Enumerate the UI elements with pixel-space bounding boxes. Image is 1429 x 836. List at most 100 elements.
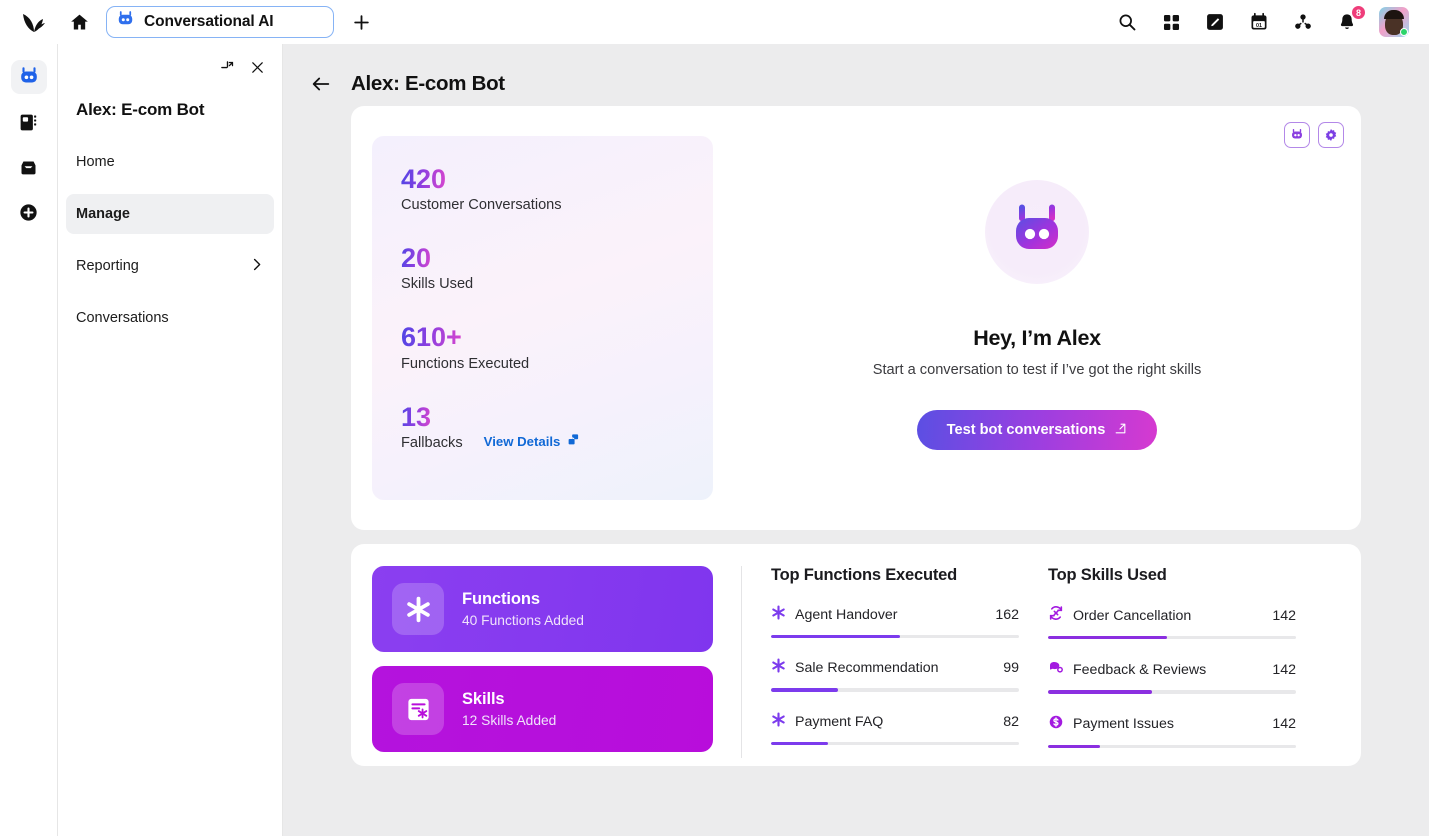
inbox-icon	[21, 161, 36, 174]
list-item[interactable]: Order Cancellation 142	[1048, 605, 1296, 640]
row-value: 162	[995, 607, 1019, 623]
page-title: Alex: E-com Bot	[351, 72, 505, 95]
tile-subtitle: 40 Functions Added	[462, 613, 584, 628]
page-header: Alex: E-com Bot	[283, 44, 1429, 106]
bell-icon[interactable]: 8	[1335, 5, 1366, 34]
tile-functions[interactable]: Functions 40 Functions Added	[372, 566, 713, 652]
view-details-link[interactable]: View Details	[484, 433, 581, 449]
row-label: Order Cancellation	[1073, 607, 1192, 624]
bot-icon	[20, 67, 37, 83]
hero-subtitle: Start a conversation to test if I’ve got…	[872, 362, 1202, 378]
progress-bar	[771, 688, 1019, 692]
tile-subtitle: 12 Skills Added	[462, 713, 557, 728]
grid-apps-icon[interactable]	[1159, 10, 1183, 34]
row-value: 82	[1003, 713, 1019, 730]
sidebar-item-label: Conversations	[76, 310, 169, 326]
top-functions-column: Top Functions Executed Agent Handover 16…	[771, 566, 1019, 766]
panel-nav: Home Manage Reporting Conversations	[58, 142, 282, 338]
book-icon	[20, 114, 37, 130]
row-value: 99	[1003, 660, 1019, 677]
hero-title: Hey, I’m Alex	[973, 326, 1101, 350]
row-value: 142	[1272, 607, 1296, 624]
sidebar-item-label: Reporting	[76, 258, 139, 274]
sidebar-item-reporting[interactable]: Reporting	[66, 246, 274, 286]
tile-text: Functions 40 Functions Added	[462, 590, 584, 628]
asterisk-icon	[771, 605, 786, 625]
feedback-bubble-icon	[1048, 659, 1064, 680]
compose-pencil-icon[interactable]	[1203, 10, 1227, 34]
close-icon[interactable]	[246, 56, 268, 78]
overview-card: 420 Customer Conversations 20 Skills Use…	[351, 106, 1361, 530]
bot-avatar-icon	[985, 180, 1089, 284]
external-link-icon	[567, 433, 580, 449]
chevron-right-icon	[249, 257, 264, 276]
bot-icon	[1292, 129, 1302, 139]
list-item[interactable]: Sale Recommendation 99	[771, 658, 1019, 692]
sidebar-item-label: Home	[76, 154, 115, 170]
collapse-icon[interactable]	[216, 56, 238, 78]
rail-item-inbox[interactable]	[11, 150, 47, 184]
details-card: Functions 40 Functions Added Skills 12 S…	[351, 544, 1361, 766]
sidebar-item-home[interactable]: Home	[66, 142, 274, 182]
user-avatar[interactable]	[1379, 7, 1409, 37]
list-item[interactable]: Payment Issues 142	[1048, 714, 1296, 749]
topbar-actions: 01 8	[1115, 5, 1415, 37]
calendar-icon[interactable]: 01	[1247, 10, 1271, 34]
asterisk-icon	[771, 658, 786, 678]
rail-item-bot[interactable]	[10, 60, 47, 94]
progress-bar	[1048, 636, 1296, 640]
tab-label: Conversational AI	[144, 13, 274, 30]
vertical-divider	[741, 566, 742, 758]
sidebar-item-conversations[interactable]: Conversations	[66, 298, 274, 338]
dollar-circle-icon	[1048, 714, 1064, 735]
svg-text:01: 01	[1256, 23, 1262, 29]
stat-fallbacks: 13 Fallbacks View Details	[401, 402, 713, 451]
search-icon[interactable]	[1115, 10, 1139, 34]
sidebar-item-manage[interactable]: Manage	[66, 194, 274, 234]
list-item[interactable]: Agent Handover 162	[771, 605, 1019, 639]
bot-icon	[116, 10, 135, 34]
row-label: Payment FAQ	[795, 713, 884, 730]
list-item[interactable]: Payment FAQ 82	[771, 712, 1019, 746]
stat-fallbacks-row: Fallbacks View Details	[401, 432, 713, 451]
progress-bar	[771, 635, 1019, 639]
main-content: Alex: E-com Bot 420 Customer Conversatio…	[283, 44, 1429, 836]
gear-icon	[1325, 129, 1337, 141]
panel-title: Alex: E-com Bot	[76, 100, 205, 119]
share-network-icon[interactable]	[1291, 10, 1315, 34]
bot-preview-button[interactable]	[1284, 122, 1310, 148]
asterisk-icon	[771, 712, 786, 732]
tab-conversational-ai[interactable]: Conversational AI	[106, 6, 334, 38]
plus-icon[interactable]	[346, 7, 376, 37]
tile-title: Functions	[462, 590, 540, 608]
rail-item-add[interactable]	[11, 195, 47, 229]
cancel-cycle-icon	[1048, 605, 1064, 626]
list-item[interactable]: Feedback & Reviews 142	[1048, 659, 1296, 694]
progress-bar	[771, 741, 1019, 746]
back-arrow-icon[interactable]	[309, 72, 333, 96]
row-label: Payment Issues	[1073, 716, 1174, 733]
tiles-group: Functions 40 Functions Added Skills 12 S…	[372, 566, 713, 766]
tile-text: Skills 12 Skills Added	[462, 690, 556, 728]
row-value: 142	[1272, 716, 1296, 733]
row-value: 142	[1272, 661, 1296, 678]
stats-panel: 420 Customer Conversations 20 Skills Use…	[372, 136, 713, 500]
external-link-icon	[1114, 422, 1127, 439]
stat-value: 610+	[401, 322, 462, 353]
sprout-logo-icon[interactable]	[14, 6, 54, 38]
row-label: Agent Handover	[795, 607, 898, 623]
settings-button[interactable]	[1318, 122, 1344, 148]
rail-item-library[interactable]	[11, 105, 47, 139]
test-bot-conversations-button[interactable]: Test bot conversations	[916, 410, 1158, 450]
plus-circle-icon	[20, 203, 37, 221]
home-icon[interactable]	[62, 6, 96, 38]
top-skills-column: Top Skills Used Order Cancellation 142 F…	[1048, 566, 1296, 766]
side-panel: Alex: E-com Bot Home Manage Reporting Co…	[58, 44, 283, 836]
stat-label: Customer Conversations	[401, 197, 562, 214]
test-bot-label: Test bot conversations	[946, 422, 1106, 438]
stat-customer-conversations: 420 Customer Conversations	[401, 164, 713, 213]
progress-bar	[1048, 690, 1296, 694]
top-skills-title: Top Skills Used	[1048, 566, 1167, 584]
top-functions-title: Top Functions Executed	[771, 566, 957, 584]
tile-skills[interactable]: Skills 12 Skills Added	[372, 666, 713, 752]
